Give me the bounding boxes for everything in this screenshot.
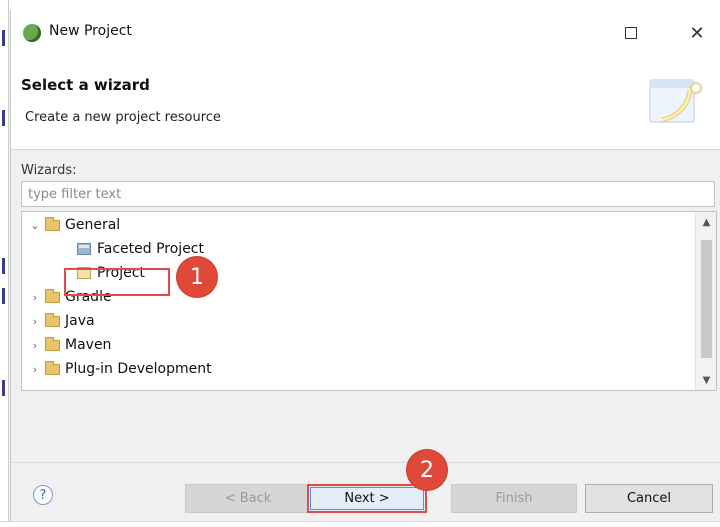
chevron-right-icon[interactable]: › (28, 290, 42, 304)
tree-item-general[interactable]: ⌄ General (28, 214, 120, 236)
step-2-badge: 2 (407, 450, 447, 490)
next-button[interactable]: Next > (307, 484, 427, 513)
maximize-button[interactable] (611, 20, 651, 46)
tree-item-maven[interactable]: › Maven (28, 334, 111, 356)
footer-divider (11, 462, 720, 463)
title-bar: New Project ✕ (11, 10, 720, 54)
scroll-thumb[interactable] (701, 240, 712, 358)
wizard-tree: ⌄ General Faceted Project Project › Grad… (21, 211, 717, 391)
new-project-dialog: New Project ✕ Select a wizard Create a n… (10, 10, 720, 521)
chevron-right-icon[interactable]: › (28, 362, 42, 376)
tree-item-java[interactable]: › Java (28, 310, 95, 332)
step-1-badge: 1 (177, 257, 217, 297)
tree-item-plug-in-development[interactable]: › Plug-in Development (28, 358, 212, 380)
wizards-label: Wizards: (21, 163, 77, 178)
window-title: New Project (49, 23, 132, 39)
background-strip-top (0, 0, 720, 10)
folder-icon (45, 336, 60, 351)
folder-icon (45, 312, 60, 327)
folder-icon (45, 216, 60, 231)
wizard-header: Select a wizard Create a new project res… (11, 54, 720, 150)
tree-item-label: Java (65, 313, 95, 329)
tree-item-label: Faceted Project (97, 241, 204, 257)
page-description: Create a new project resource (25, 110, 221, 125)
chevron-down-icon[interactable]: ⌄ (28, 218, 42, 232)
background-strip-bottom (0, 521, 720, 527)
chevron-right-icon[interactable]: › (28, 314, 42, 328)
close-icon: ✕ (689, 22, 705, 44)
new-project-banner-icon (649, 79, 702, 123)
scroll-up-icon[interactable]: ▲ (696, 212, 717, 232)
background-strip-left (0, 0, 9, 527)
tree-item-label: Maven (65, 337, 112, 353)
folder-icon (45, 360, 60, 375)
tree-item-faceted-project[interactable]: Faceted Project (74, 238, 204, 260)
folder-icon (45, 288, 60, 303)
maximize-icon (625, 27, 637, 39)
filter-input[interactable] (21, 181, 715, 207)
cancel-button[interactable]: Cancel (585, 484, 713, 513)
eclipse-app-icon (23, 24, 41, 42)
close-button[interactable]: ✕ (677, 20, 717, 46)
tree-scrollbar[interactable]: ▲ ▼ (695, 212, 716, 390)
project-icon (77, 243, 91, 255)
page-title: Select a wizard (21, 76, 150, 94)
scroll-down-icon[interactable]: ▼ (696, 370, 717, 390)
tree-item-label: Plug-in Development (65, 361, 212, 377)
project-highlight-annotation (64, 268, 170, 296)
help-icon[interactable]: ? (33, 485, 53, 505)
finish-button[interactable]: Finish (451, 484, 577, 513)
tree-item-label: General (65, 217, 121, 233)
chevron-right-icon[interactable]: › (28, 338, 42, 352)
back-button[interactable]: < Back (185, 484, 311, 513)
